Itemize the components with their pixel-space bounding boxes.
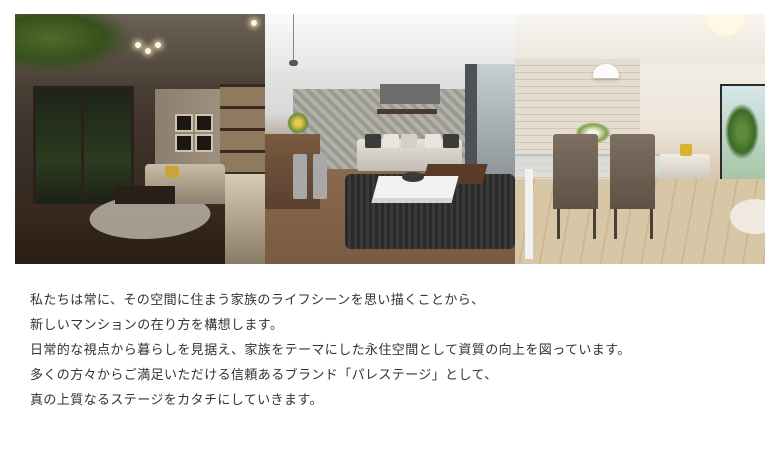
dining-room-photo [515, 14, 765, 264]
living-room-photo [15, 14, 265, 264]
statement-line-1: 私たちは常に、その空間に住まう家族のライフシーンを思い描くことから、 [30, 293, 485, 308]
brand-statement: 私たちは常に、その空間に住まう家族のライフシーンを思い描くことから、 新しいマン… [30, 288, 760, 413]
statement-line-3: 日常的な視点から暮らしを見据え、家族をテーマにした永住空間として資質の向上を図っ… [30, 343, 631, 358]
statement-line-5: 真の上質なるステージをカタチにしていきます。 [30, 393, 323, 408]
modern-living-room-photo [265, 14, 515, 264]
statement-line-2: 新しいマンションの在り方を構想します。 [30, 318, 284, 333]
interior-photo-gallery [15, 14, 765, 264]
statement-line-4: 多くの方々からご満足いただける信頼あるブランド「パレステージ」として、 [30, 368, 498, 383]
